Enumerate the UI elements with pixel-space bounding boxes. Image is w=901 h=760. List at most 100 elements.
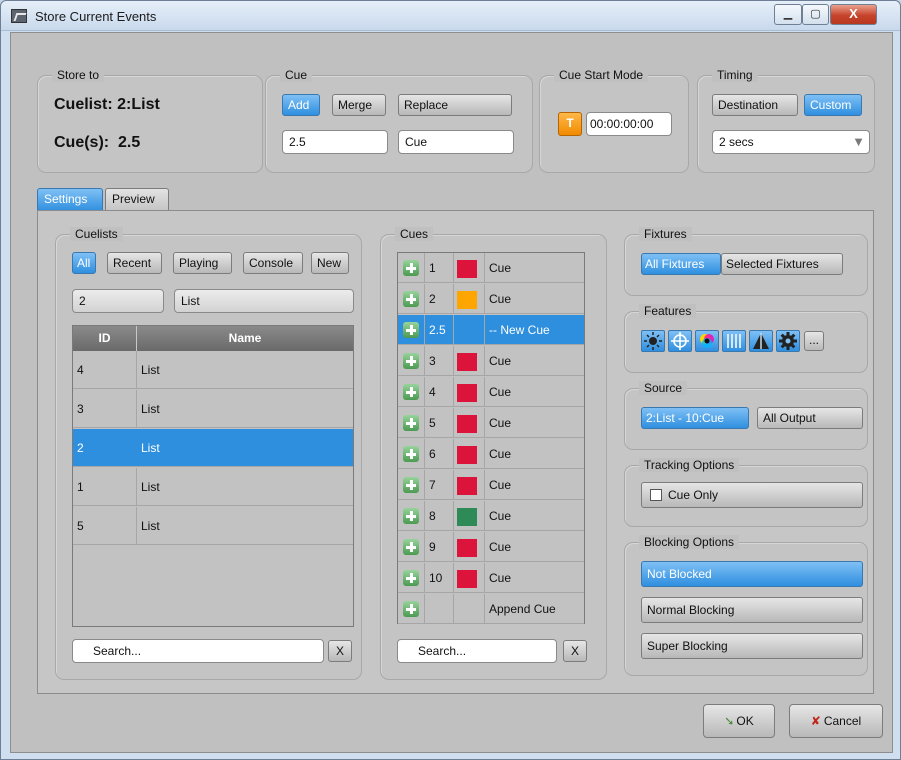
cues-group: Cues 1 Cue 2 Cue 2.5 -- New Cue 3 Cue 4 Cue 5 Cue 6 C…	[380, 227, 607, 680]
destination-button[interactable]: Destination	[712, 94, 798, 116]
close-button[interactable]: X	[830, 4, 877, 25]
custom-button[interactable]: Custom	[804, 94, 862, 116]
cuelist-search-input[interactable]: Search...	[72, 639, 324, 663]
window-title: Store Current Events	[35, 9, 157, 24]
filter-recent-button[interactable]: Recent	[107, 252, 162, 274]
add-cue-icon[interactable]	[403, 446, 419, 462]
cell-divider	[424, 284, 425, 314]
column-header-name[interactable]: Name	[137, 326, 353, 351]
not-blocked-button[interactable]: Not Blocked	[641, 561, 863, 587]
maximize-button[interactable]: ▢	[802, 4, 829, 25]
cue-row[interactable]: 2 Cue	[398, 284, 584, 314]
cuelist-name: List	[141, 480, 160, 494]
add-cue-icon[interactable]	[403, 384, 419, 400]
table-row[interactable]: 3 List	[73, 390, 353, 428]
cancel-button[interactable]: ✘ Cancel	[789, 704, 883, 738]
cell-divider	[453, 346, 454, 376]
more-icon: ...	[808, 333, 819, 347]
cue-search-clear-button[interactable]: X	[563, 640, 587, 662]
all-fixtures-button[interactable]: All Fixtures	[641, 253, 721, 275]
start-mode-toggle-button[interactable]: T	[558, 112, 582, 136]
normal-blocking-button[interactable]: Normal Blocking	[641, 597, 863, 623]
cue-row[interactable]: 4 Cue	[398, 377, 584, 407]
cue-row[interactable]: 8 Cue	[398, 501, 584, 531]
cues-table: 1 Cue 2 Cue 2.5 -- New Cue 3 Cue 4 Cue 5 Cue 6 Cue 7 Cu…	[397, 252, 585, 624]
replace-button[interactable]: Replace	[398, 94, 512, 116]
add-cue-icon[interactable]	[403, 291, 419, 307]
cell-divider	[453, 594, 454, 624]
cue-row[interactable]: 5 Cue	[398, 408, 584, 438]
table-row[interactable]: 5 List	[73, 507, 353, 545]
column-header-id[interactable]: ID	[73, 326, 137, 351]
gobo-icon[interactable]	[722, 330, 746, 352]
cuelist-name: List	[141, 363, 160, 377]
add-cue-icon[interactable]	[403, 539, 419, 555]
cue-row[interactable]: 9 Cue	[398, 532, 584, 562]
cue-color-swatch	[457, 446, 477, 464]
cue-number-input[interactable]: 2.5	[282, 130, 388, 154]
cue-number: 2.5	[429, 323, 446, 337]
add-cue-icon[interactable]	[403, 508, 419, 524]
filter-playing-button[interactable]: Playing	[173, 252, 232, 274]
merge-button[interactable]: Merge	[332, 94, 386, 116]
table-row[interactable]: 1 List	[73, 468, 353, 506]
cue-name-input[interactable]: Cue	[398, 130, 514, 154]
ok-button[interactable]: ➘ OK	[703, 704, 775, 738]
tab-settings[interactable]: Settings	[37, 188, 103, 211]
cues-legend: Cues	[395, 227, 434, 241]
table-row[interactable]: 4 List	[73, 351, 353, 389]
cue-row[interactable]: 3 Cue	[398, 346, 584, 376]
cue-row[interactable]: 2.5 -- New Cue	[398, 315, 584, 345]
source-all-output-button[interactable]: All Output	[757, 407, 863, 429]
cue-only-label: Cue Only	[668, 488, 719, 502]
cue-name: Cue	[489, 571, 512, 585]
title-bar: Store Current Events ▁ ▢ X	[1, 1, 900, 31]
store-to-cuelist: Cuelist: 2:List	[54, 96, 160, 113]
filter-console-button[interactable]: Console	[243, 252, 303, 274]
cue-color-swatch	[457, 291, 477, 309]
append-cue-row[interactable]: Append Cue	[398, 594, 584, 624]
intensity-icon[interactable]	[641, 330, 665, 352]
cue-name: -- New Cue	[489, 323, 550, 337]
cue-row[interactable]: 6 Cue	[398, 439, 584, 469]
cuelist-id: 3	[73, 390, 137, 427]
dropdown-arrow-icon: ▼	[852, 134, 865, 149]
cue-name: Cue	[489, 354, 512, 368]
start-time-input[interactable]: 00:00:00:00	[586, 112, 672, 136]
beam-icon[interactable]	[749, 330, 773, 352]
position-icon[interactable]	[668, 330, 692, 352]
store-to-legend: Store to	[52, 68, 105, 82]
cell-divider	[453, 563, 454, 593]
table-row-selected[interactable]: 2 List	[73, 429, 353, 467]
new-cuelist-button[interactable]: New	[311, 252, 349, 274]
add-cue-icon[interactable]	[403, 353, 419, 369]
cuelist-search-clear-button[interactable]: X	[328, 640, 352, 662]
add-cue-icon[interactable]	[403, 260, 419, 276]
add-button[interactable]: Add	[282, 94, 320, 116]
add-cue-icon[interactable]	[403, 570, 419, 586]
close-icon: X	[849, 6, 858, 21]
gear-icon[interactable]	[776, 330, 800, 352]
cue-search-input[interactable]: Search...	[397, 639, 557, 663]
add-cue-icon[interactable]	[403, 477, 419, 493]
source-current-button[interactable]: 2:List - 10:Cue	[641, 407, 749, 429]
cue-row[interactable]: 10 Cue	[398, 563, 584, 593]
more-features-button[interactable]: ...	[804, 331, 824, 351]
super-blocking-button[interactable]: Super Blocking	[641, 633, 863, 659]
cue-row[interactable]: 7 Cue	[398, 470, 584, 500]
cuelists-table-header: ID Name	[73, 326, 353, 351]
add-cue-icon[interactable]	[403, 322, 419, 338]
add-cue-icon[interactable]	[403, 415, 419, 431]
cuelist-id: 2	[77, 441, 84, 455]
tab-preview[interactable]: Preview	[105, 188, 169, 211]
minimize-button[interactable]: ▁	[774, 4, 802, 25]
add-cue-icon[interactable]	[403, 601, 419, 617]
selected-fixtures-button[interactable]: Selected Fixtures	[721, 253, 843, 275]
cue-number: 1	[429, 261, 436, 275]
cue-row[interactable]: 1 Cue	[398, 253, 584, 283]
filter-all-button[interactable]: All	[72, 252, 96, 274]
cue-only-checkbox[interactable]: Cue Only	[641, 482, 863, 508]
cell-divider	[484, 253, 485, 283]
timing-select[interactable]: 2 secs ▼	[712, 130, 870, 154]
color-icon[interactable]	[695, 330, 719, 352]
